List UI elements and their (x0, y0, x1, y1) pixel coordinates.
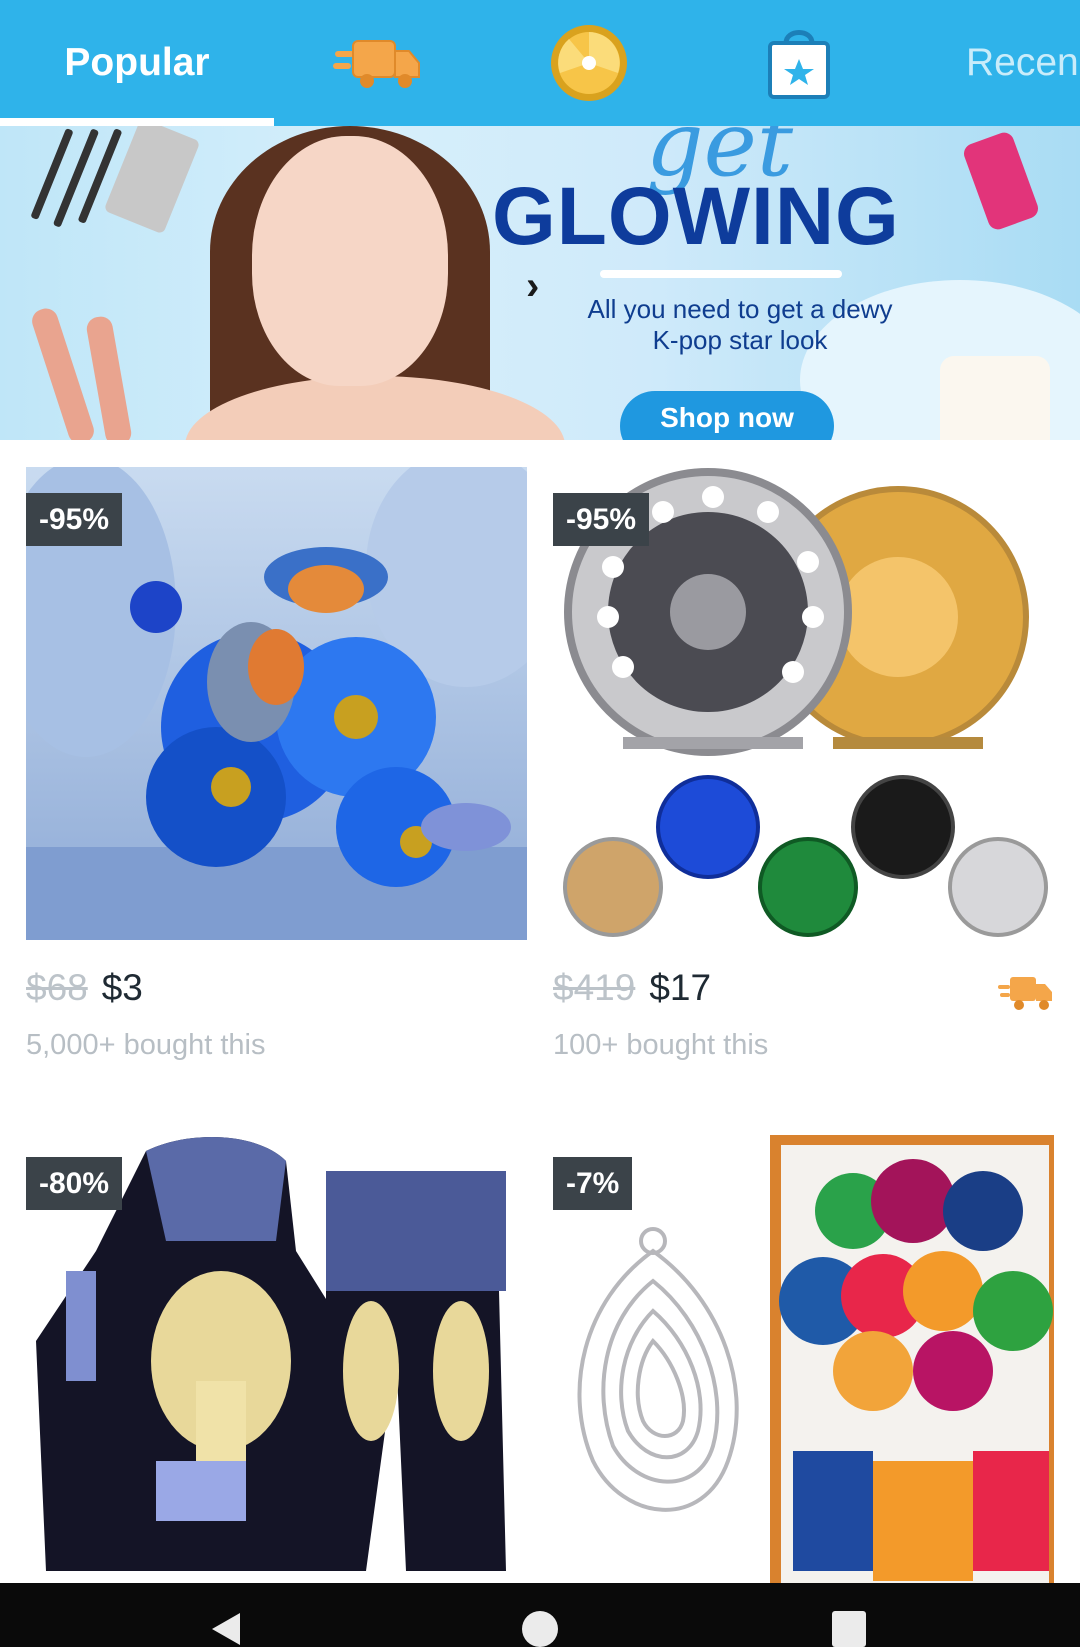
banner-divider (600, 270, 842, 278)
tab-recent-label: Recen (966, 41, 1079, 84)
discount-badge: -80% (26, 1157, 123, 1210)
recents-icon[interactable] (830, 1609, 868, 1647)
tab-popular[interactable]: Popular (0, 0, 274, 126)
banner-subtitle: All you need to get a dewy K-pop star lo… (540, 294, 940, 356)
delivery-truck-icon (333, 40, 420, 88)
original-price: $68 (26, 967, 88, 1008)
promo-banner[interactable]: get GLOWING › All you need to get a dewy… (0, 126, 1080, 440)
tab-fast-shipping[interactable] (333, 18, 423, 108)
discount-badge: -95% (553, 493, 650, 546)
discount-badge: -95% (26, 493, 123, 546)
original-price: $419 (553, 967, 636, 1008)
serum-bottle-image (961, 129, 1041, 233)
cosmetic-tube-image (103, 126, 201, 235)
wheel-icon (551, 25, 627, 101)
banner-subtitle-line2: K-pop star look (652, 325, 828, 355)
price-row: $68 $3 (26, 967, 527, 1017)
product-card[interactable]: -7% (553, 1131, 1054, 1583)
home-icon[interactable] (520, 1609, 560, 1647)
tab-shopping[interactable] (754, 18, 844, 108)
product-card[interactable]: -80% (26, 1131, 527, 1583)
price-row: $419 $17 (553, 967, 1054, 1017)
sale-price: $3 (101, 967, 143, 1008)
banner-headline: GLOWING (492, 171, 900, 262)
product-card[interactable]: -95% $419 $17 100+ bought this (553, 467, 1054, 1087)
product-card[interactable]: -95% $68 $3 5,000+ bought this (26, 467, 527, 1087)
cream-jar-image (940, 356, 1050, 440)
discount-badge: -7% (553, 1157, 633, 1210)
top-tab-bar: Popular Recen (0, 0, 1080, 126)
active-tab-indicator (0, 118, 274, 126)
purchase-count: 100+ bought this (553, 1029, 769, 1061)
delivery-truck-icon (998, 977, 1052, 1010)
banner-subtitle-line1: All you need to get a dewy (587, 294, 893, 324)
shopping-bag-icon (768, 30, 830, 99)
tab-daily-spin[interactable] (544, 18, 634, 108)
back-icon[interactable] (204, 1609, 248, 1647)
chevron-right-icon: › (526, 264, 540, 308)
purchase-count: 5,000+ bought this (26, 1029, 266, 1061)
shop-now-button[interactable]: Shop now (620, 391, 834, 440)
tab-recent[interactable]: Recen (966, 0, 1079, 126)
app-root: Popular Recen get GLOWING › All you need… (0, 0, 1080, 1647)
sale-price: $17 (649, 967, 712, 1008)
system-navigation-bar (0, 1583, 1080, 1647)
tab-popular-label: Popular (64, 41, 210, 84)
